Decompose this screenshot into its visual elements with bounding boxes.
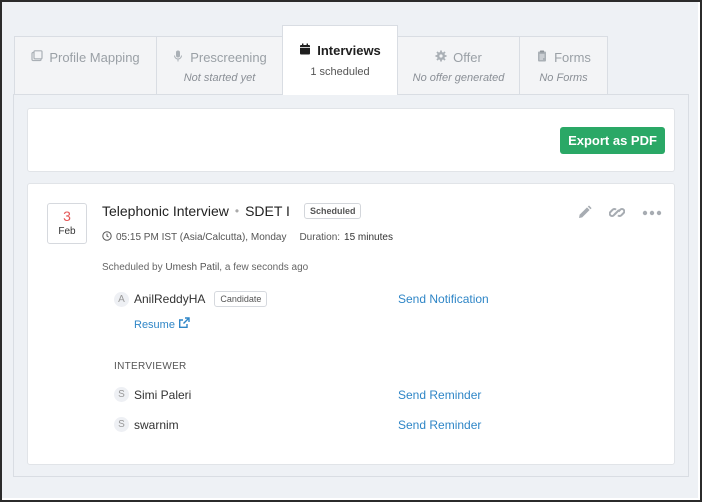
interviewer-section-label: INTERVIEWER xyxy=(114,361,187,372)
send-reminder-link[interactable]: Send Reminder xyxy=(398,388,481,402)
export-pdf-button[interactable]: Export as PDF xyxy=(560,127,665,154)
interviewer-row: S swarnim xyxy=(114,417,179,432)
profile-icon xyxy=(31,50,43,65)
interview-actions xyxy=(577,205,662,220)
tab-forms-label: Forms xyxy=(554,50,591,65)
send-notification-link[interactable]: Send Notification xyxy=(398,292,489,306)
tab-offer[interactable]: Offer No offer generated xyxy=(397,36,520,94)
date-month: Feb xyxy=(58,226,76,237)
interview-title: Telephonic Interview • SDET I Scheduled xyxy=(102,203,362,219)
clipboard-icon xyxy=(536,50,548,65)
page-background: Profile Mapping Prescreening Not started… xyxy=(2,2,698,498)
scheduled-by-prefix: Scheduled by xyxy=(102,262,163,273)
duration-value: 15 minutes xyxy=(344,232,393,243)
interviewer-name: Simi Paleri xyxy=(134,387,192,402)
interviewer-row: S Simi Paleri xyxy=(114,387,191,402)
status-badge: Scheduled xyxy=(303,203,362,219)
calendar-icon xyxy=(299,43,311,58)
candidate-row: A AnilReddyHA Candidate xyxy=(114,291,268,307)
scheduled-when: , a few seconds ago xyxy=(219,262,309,273)
tab-offer-label: Offer xyxy=(453,50,482,65)
avatar: S xyxy=(114,387,129,402)
resume-link[interactable]: Resume xyxy=(134,317,190,332)
gear-icon xyxy=(435,50,447,65)
candidate-name[interactable]: AnilReddyHA xyxy=(134,292,205,306)
more-options-icon[interactable] xyxy=(642,210,662,216)
tab-interviews[interactable]: Interviews 1 scheduled xyxy=(282,25,398,95)
scheduled-by: Scheduled by Umesh Patil, a few seconds … xyxy=(102,262,308,273)
avatar: A xyxy=(114,291,129,307)
tab-prescreening-label: Prescreening xyxy=(190,50,267,65)
link-icon[interactable] xyxy=(609,205,625,220)
tab-interviews-label: Interviews xyxy=(317,43,381,58)
interview-type: Telephonic Interview xyxy=(102,203,229,219)
date-day: 3 xyxy=(63,208,71,224)
edit-icon[interactable] xyxy=(577,205,592,220)
tab-forms-status: No Forms xyxy=(539,72,588,84)
duration-label: Duration: xyxy=(299,232,341,243)
tab-forms[interactable]: Forms No Forms xyxy=(519,36,608,94)
date-box: 3 Feb xyxy=(47,203,87,244)
export-card: Export as PDF xyxy=(27,108,675,172)
tab-prescreening-status: Not started yet xyxy=(183,72,256,84)
send-reminder-link[interactable]: Send Reminder xyxy=(398,418,481,432)
external-link-icon xyxy=(178,317,190,332)
scheduler-name: Umesh Patil xyxy=(165,262,220,273)
tab-interviews-status: 1 scheduled xyxy=(310,66,370,78)
microphone-icon xyxy=(172,50,184,65)
interview-time: 05:15 PM IST (Asia/Calcutta), Monday xyxy=(116,232,287,243)
separator-dot: • xyxy=(234,204,240,218)
resume-link-label: Resume xyxy=(134,318,175,331)
interview-time-row: 05:15 PM IST (Asia/Calcutta), Monday Dur… xyxy=(102,231,393,244)
tab-offer-status: No offer generated xyxy=(412,72,505,84)
interview-role: SDET I xyxy=(245,203,290,219)
interviewer-name: swarnim xyxy=(134,417,179,432)
tab-prescreening[interactable]: Prescreening Not started yet xyxy=(156,36,283,94)
clock-icon xyxy=(102,231,112,244)
tab-profile-mapping-label: Profile Mapping xyxy=(49,50,140,65)
interviews-panel: Export as PDF 3 Feb Telephonic Interview… xyxy=(13,94,689,477)
candidate-badge: Candidate xyxy=(214,291,268,307)
interview-card: 3 Feb Telephonic Interview • SDET I Sche… xyxy=(27,183,675,465)
tab-profile-mapping[interactable]: Profile Mapping xyxy=(14,36,157,94)
avatar: S xyxy=(114,417,129,432)
